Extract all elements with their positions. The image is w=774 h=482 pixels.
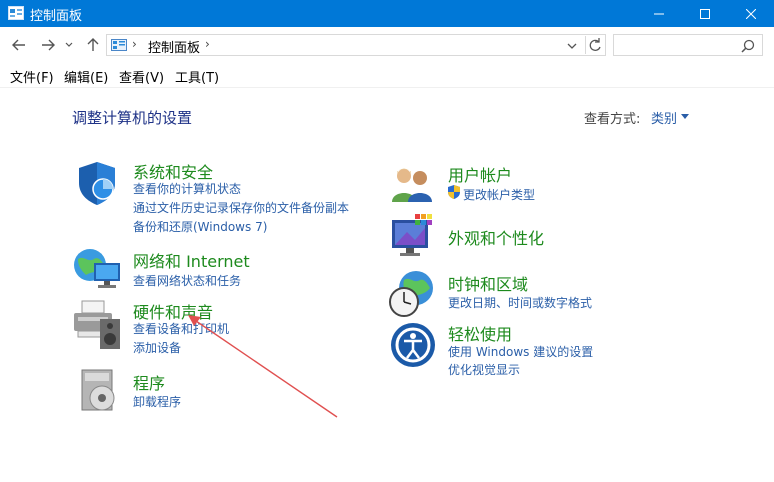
menu-edit[interactable]: 编辑(E) (64, 67, 108, 86)
link-windows-recommended-settings[interactable]: 使用 Windows 建议的设置 (448, 343, 593, 360)
forward-button[interactable] (37, 35, 59, 55)
link-uninstall-program[interactable]: 卸载程序 (133, 393, 181, 410)
shield-icon[interactable] (73, 159, 121, 207)
window-title: 控制面板 (30, 9, 83, 24)
minimize-button[interactable] (636, 0, 682, 27)
category-appearance-personalization[interactable]: 外观和个性化 (448, 225, 544, 249)
programs-disc-icon[interactable] (80, 368, 120, 414)
category-clock-region[interactable]: 时钟和区域 (448, 271, 528, 295)
link-devices-printers[interactable]: 查看设备和打印机 (133, 320, 229, 337)
refresh-icon[interactable] (585, 36, 604, 54)
users-icon[interactable] (390, 164, 436, 204)
menu-view[interactable]: 查看(V) (119, 67, 164, 86)
maximize-icon (700, 8, 710, 19)
view-by-dropdown[interactable]: 类别 (651, 108, 677, 127)
link-change-account-type[interactable]: 更改帐户类型 (463, 186, 535, 203)
network-globe-icon[interactable] (72, 245, 124, 291)
control-panel-icon (111, 39, 127, 51)
breadcrumb-control-panel[interactable]: 控制面板 (148, 37, 200, 56)
arrow-right-icon (42, 39, 55, 51)
category-ease-of-access[interactable]: 轻松使用 (448, 321, 512, 345)
maximize-button[interactable] (682, 0, 728, 27)
up-button[interactable] (82, 35, 104, 55)
category-network-internet[interactable]: 网络和 Internet (133, 248, 250, 272)
address-field[interactable]: › 控制面板 › (106, 34, 606, 56)
arrow-left-icon (12, 39, 25, 51)
link-view-computer-status[interactable]: 查看你的计算机状态 (133, 180, 241, 197)
menu-file[interactable]: 文件(F) (10, 67, 54, 86)
minimize-icon (654, 13, 664, 14)
category-programs[interactable]: 程序 (133, 370, 165, 394)
page-title: 调整计算机的设置 (72, 109, 193, 127)
chevron-down-icon (65, 42, 73, 47)
link-optimize-visual-display[interactable]: 优化视觉显示 (448, 361, 520, 378)
category-user-accounts[interactable]: 用户帐户 (448, 162, 512, 186)
search-box[interactable] (613, 34, 763, 56)
view-by-label: 查看方式: (584, 112, 641, 127)
back-button[interactable] (8, 35, 30, 55)
monitor-palette-icon[interactable] (391, 214, 437, 260)
link-add-device[interactable]: 添加设备 (133, 339, 181, 356)
close-icon (746, 8, 756, 19)
printer-speaker-icon[interactable] (72, 297, 126, 351)
menu-bar: 文件(F) 编辑(E) 查看(V) 工具(T) (0, 63, 774, 88)
uac-shield-icon (448, 185, 460, 199)
arrow-up-icon (87, 38, 99, 51)
link-backup-restore[interactable]: 备份和还原(Windows 7) (133, 218, 267, 235)
recent-locations-button[interactable] (62, 35, 76, 55)
clock-globe-icon[interactable] (388, 268, 438, 318)
title-bar: 控制面板 (0, 0, 774, 27)
close-button[interactable] (728, 0, 774, 27)
view-by-caret-icon[interactable] (681, 114, 689, 119)
link-network-status[interactable]: 查看网络状态和任务 (133, 272, 241, 289)
menu-tools[interactable]: 工具(T) (175, 67, 219, 86)
link-change-date-time-format[interactable]: 更改日期、时间或数字格式 (448, 294, 592, 311)
link-file-history-backup[interactable]: 通过文件历史记录保存你的文件备份副本 (133, 199, 349, 216)
ease-of-access-icon[interactable] (390, 322, 436, 368)
breadcrumb-separator-icon[interactable]: › (205, 37, 210, 51)
control-panel-app-icon (8, 6, 24, 20)
address-dropdown-icon[interactable] (564, 38, 580, 54)
search-icon[interactable] (740, 38, 756, 54)
breadcrumb-separator-icon: › (132, 37, 137, 51)
